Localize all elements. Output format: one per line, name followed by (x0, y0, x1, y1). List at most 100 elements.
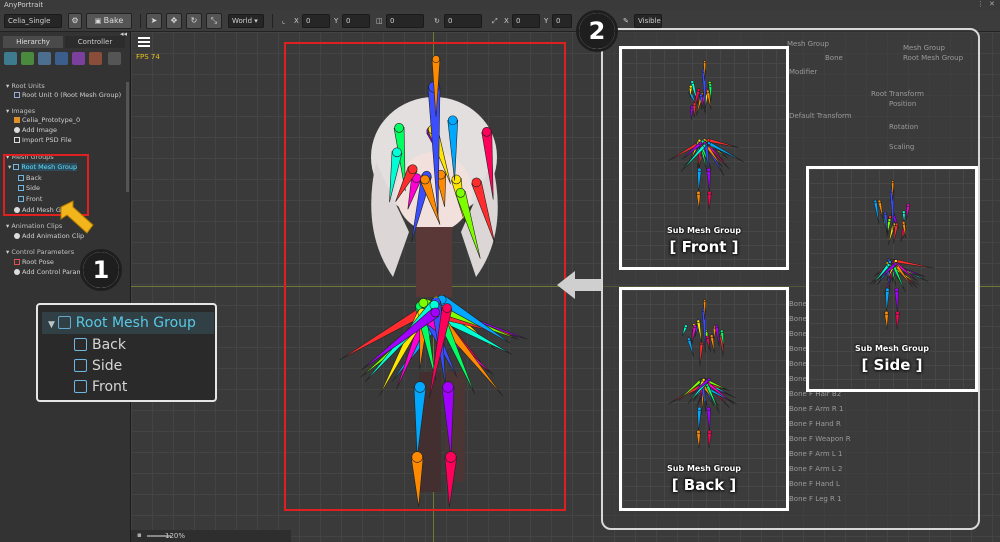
ghost-rotation: Rotation (889, 123, 919, 131)
rotation-value: 0 (448, 17, 453, 25)
bone-joint (696, 190, 701, 196)
bone-joint (692, 102, 697, 106)
bone-joint (702, 143, 707, 148)
callout-side-row: Side (74, 356, 122, 377)
pointer-icon: ➤ (150, 16, 158, 25)
ghost-field-mesh-group: Mesh Group (903, 44, 945, 52)
import-psd-button[interactable]: Import PSD File (14, 136, 72, 145)
space-label: World (232, 17, 253, 25)
bone-shape (699, 342, 704, 367)
add-image-button[interactable]: Add Image (14, 126, 57, 135)
back-caption: Sub Mesh Group (666, 464, 742, 473)
bone-shape (884, 312, 889, 330)
bone-joint (706, 138, 711, 143)
section-root-units[interactable]: ▾ Root Units (6, 82, 45, 91)
bone-joint (707, 429, 712, 435)
step-number-2: 2 (579, 13, 615, 49)
filter-mesh-group-icon[interactable] (55, 52, 68, 65)
callout-front-label: Front (92, 379, 128, 395)
list-item[interactable]: Root Unit 0 (Root Mesh Group) (14, 91, 121, 100)
pos-x-field[interactable]: 0 (302, 14, 330, 28)
scene-highlight-frame (284, 42, 566, 511)
front-caption: Sub Mesh Group (666, 226, 742, 235)
thumbnail-side: Sub Mesh Group [ Side ] (806, 166, 978, 392)
list-item[interactable]: Root Pose (14, 258, 54, 267)
portrait-select[interactable]: Celia_Single (4, 14, 62, 28)
select-tool-button[interactable]: ➤ (146, 13, 162, 29)
rotation-icon: ↻ (434, 17, 440, 25)
menu-icon[interactable]: ⋮ (977, 1, 984, 8)
filter-parameter-icon[interactable] (89, 52, 102, 65)
ghost-modifier: Modifier (789, 68, 818, 76)
tab-hierarchy[interactable]: Hierarchy (3, 36, 63, 48)
side-label: [ Side ] (861, 356, 923, 374)
image-icon (14, 117, 20, 123)
tab-hierarchy-label: Hierarchy (16, 38, 50, 46)
depth-field[interactable]: 0 (386, 14, 424, 28)
bone-joint (888, 260, 892, 264)
step-badge-2: 2 (576, 10, 618, 52)
bone-joint (719, 329, 724, 334)
scale-x-label: X (504, 17, 509, 25)
bone-shape (906, 204, 911, 221)
filter-mesh-icon[interactable] (38, 52, 51, 65)
scale-y-field[interactable]: 0 (552, 14, 572, 28)
bone-joint (696, 319, 701, 324)
plus-icon (14, 233, 20, 239)
rotation-field[interactable]: 0 (444, 14, 482, 28)
callout-back-row: Back (74, 335, 126, 356)
pos-x-value: 0 (306, 17, 311, 25)
bone-shape (707, 192, 712, 210)
bake-button[interactable]: ▣ Bake (86, 13, 132, 29)
callout-front-row: Front (74, 377, 127, 398)
bone-joint (705, 89, 710, 94)
bone-joint (690, 80, 695, 84)
plus-icon (14, 127, 20, 133)
pointer-arrow-icon (60, 200, 94, 234)
bone-shape (696, 320, 703, 344)
ghost-root-transform: Root Transform (871, 90, 924, 98)
scale-y-label: Y (544, 17, 549, 25)
visible-toggle[interactable]: Visible (634, 14, 662, 28)
sort-icon[interactable] (108, 52, 121, 65)
filter-image-icon[interactable] (21, 52, 34, 65)
space-select[interactable]: World ▾ (228, 14, 264, 28)
bone-shape (692, 103, 697, 118)
ghost-field-root: Root Mesh Group (903, 54, 964, 62)
bone-joint (894, 222, 899, 227)
section-animation-clips[interactable]: ▾ Animation Clips (6, 222, 62, 231)
section-images[interactable]: ▾ Images (6, 107, 35, 116)
filter-animation-icon[interactable] (72, 52, 85, 65)
bone-joint (886, 263, 891, 267)
filter-root-unit-icon[interactable] (4, 52, 17, 65)
section-control-parameters[interactable]: ▾ Control Parameters (6, 248, 74, 257)
tab-controller[interactable]: Controller (65, 36, 125, 48)
scrollbar[interactable] (126, 82, 129, 192)
callout-side-label: Side (92, 358, 123, 374)
bone-joint (699, 93, 703, 98)
list-item[interactable]: Celia_Prototype_0 (14, 116, 80, 125)
bone-joint (696, 429, 701, 435)
scale-tool-button[interactable]: ⤡ (206, 13, 222, 29)
bone-joint (901, 210, 906, 215)
bone-joint (706, 406, 711, 411)
bone-shape (696, 431, 701, 449)
thumbnail-front: Sub Mesh Group [ Front ] (619, 46, 789, 270)
scale-x-field[interactable]: 0 (512, 14, 540, 28)
pos-y-field[interactable]: 0 (342, 14, 370, 28)
step-badge-1: 1 (80, 249, 122, 291)
left-arrow-icon (557, 271, 601, 299)
bone-joint (707, 377, 711, 382)
bone-shape (696, 192, 701, 210)
ghost-bone: Bone (825, 54, 843, 62)
close-icon[interactable]: ✕ (989, 1, 996, 8)
settings-button[interactable]: ⚙ (68, 13, 82, 29)
move-tool-button[interactable]: ✥ (166, 13, 182, 29)
bone-joint (706, 167, 711, 172)
toolbar-divider (140, 14, 141, 28)
rotate-tool-button[interactable]: ↻ (186, 13, 202, 29)
root-pose-label: Root Pose (22, 258, 54, 266)
bake-label: Bake (103, 16, 124, 25)
bone-joint (701, 378, 706, 382)
window-title: AnyPortrait (4, 1, 44, 9)
